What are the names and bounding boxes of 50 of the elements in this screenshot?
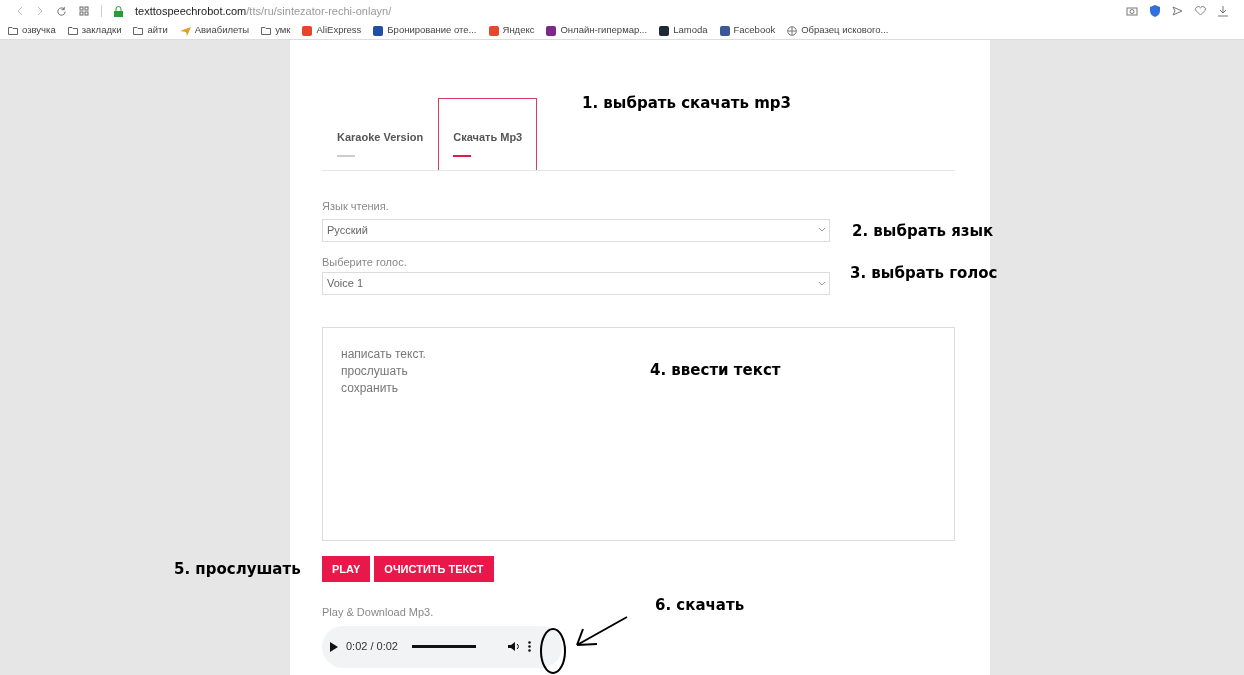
download-icon[interactable] <box>1218 5 1228 17</box>
play-icon[interactable] <box>330 641 338 652</box>
tab[interactable]: Karaoke Version <box>322 98 439 170</box>
bookmark-link[interactable]: Образец искового... <box>801 23 889 38</box>
chevron-icon <box>819 228 825 232</box>
bookmark-link[interactable]: Бронирование оте... <box>387 23 477 38</box>
bookmark-link[interactable]: Авиабилеты <box>194 23 250 38</box>
folder-icon <box>261 26 272 35</box>
shield-icon[interactable] <box>1150 5 1160 17</box>
plane-icon <box>179 25 191 36</box>
field-label: Выберите голос. <box>322 254 408 270</box>
bookmark-link[interactable]: закладки <box>81 23 122 38</box>
annotation-text: 6. скачать <box>655 595 745 616</box>
more-options-icon[interactable] <box>528 641 531 652</box>
bookmark-link[interactable]: Lamoda <box>673 23 708 38</box>
send-icon[interactable] <box>1172 6 1183 16</box>
field-label: Язык чтения. <box>322 199 390 214</box>
camera-icon[interactable] <box>1126 6 1138 16</box>
action-button[interactable]: PLAY <box>322 556 371 582</box>
annotation-text: 4. ввести текст <box>650 360 781 381</box>
annotation-text: 2. выбрать язык <box>852 221 994 242</box>
tab[interactable]: Скачать Mp3 <box>438 98 538 170</box>
chevron-icon <box>819 281 825 286</box>
folder-icon <box>8 26 18 35</box>
bookmark-link[interactable]: AliExpress <box>316 23 362 38</box>
annotation-text: 1. выбрать скачать mp3 <box>582 93 791 114</box>
annotation-ellipse <box>539 627 567 675</box>
reload-icon[interactable] <box>56 5 67 17</box>
bookmark-link[interactable]: озвучка <box>22 23 56 38</box>
grid-icon[interactable] <box>79 6 89 16</box>
folder-icon <box>67 26 78 35</box>
bookmark-link[interactable]: умк <box>275 23 291 38</box>
player-label: Play & Download Mp3. <box>322 605 434 620</box>
folder-icon <box>133 26 144 35</box>
bookmark-link[interactable]: Яндекс <box>502 23 535 38</box>
lock-icon <box>114 5 123 17</box>
volume-icon[interactable] <box>508 641 520 652</box>
bookmark-link[interactable]: айти <box>147 23 168 38</box>
action-button[interactable]: ОЧИСТИТЬ ТЕКСТ <box>374 556 494 582</box>
globe-icon <box>787 25 798 36</box>
annotation-text: 3. выбрать голос <box>850 263 998 284</box>
time-display: 0:02 / 0:02 <box>346 639 398 655</box>
voice-select[interactable]: Voice 1 <box>322 272 830 295</box>
heart-icon[interactable] <box>1195 6 1206 16</box>
bookmark-link[interactable]: Facebook <box>733 23 776 38</box>
bookmark-link[interactable]: Онлайн-гипермар... <box>560 23 648 38</box>
language-select[interactable]: Русский <box>322 218 830 242</box>
annotation-text: 5. прослушать <box>174 559 301 580</box>
address-field[interactable]: texttospeechrobot.com/tts/ru/sintezator-rechi-onlayn/ <box>135 2 392 20</box>
audio-player[interactable]: 0:02 / 0:02 <box>322 625 562 668</box>
